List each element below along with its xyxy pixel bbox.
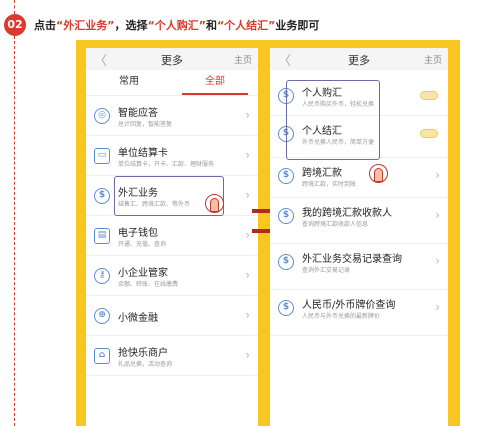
instruction-conj: 和	[205, 19, 217, 32]
list-item-merchant[interactable]: ⌂ 抢快乐商户 礼品兑换，活动查询 ›	[86, 336, 258, 376]
key-icon: ⚷	[94, 268, 110, 284]
left-service-list: ◎ 智能应答 总计回复，智能答复 › ▭ 单位结算卡 单位结算卡，开卡、汇款、理…	[86, 96, 258, 376]
chevron-right-icon: ›	[245, 228, 250, 242]
item-title: 外汇业务交易记录查询	[302, 254, 402, 265]
step-number-badge: 02	[4, 14, 26, 36]
finger-tip-icon	[210, 198, 219, 212]
list-item-cross-border-remit[interactable]: $ 跨境汇款 跨境汇款，实时到账 ›	[270, 158, 448, 198]
item-subtitle: 开通、充值、查询	[118, 241, 167, 248]
list-item-micro-finance[interactable]: ⊕ 小微金融 ›	[86, 296, 258, 336]
home-link[interactable]: 主页	[424, 53, 442, 66]
item-title: 人民币/外币牌价查询	[302, 300, 396, 311]
chevron-right-icon: ›	[435, 208, 440, 222]
instruction-item-forex: 外汇业务	[63, 19, 108, 32]
chevron-right-icon: ›	[245, 308, 250, 322]
item-subtitle: 跨境汇款，实时到账	[302, 181, 357, 188]
item-title: 智能应答	[118, 108, 158, 119]
step-rail-top	[14, 0, 15, 14]
chevron-right-icon: ›	[245, 348, 250, 362]
fx-options-highlight-box	[286, 80, 380, 160]
currency-icon: $	[94, 188, 110, 204]
chevron-right-icon: ›	[245, 148, 250, 162]
right-phone-screen: 〈 更多 主页 $ 个人购汇 人民币购买外币，轻松兑换 $ 个人结汇 外币兑换人…	[270, 48, 448, 426]
list-item-forex-records[interactable]: $ 外汇业务交易记录查询 查询外汇交易记录 ›	[270, 244, 448, 290]
toggle-switch[interactable]	[420, 91, 438, 100]
chevron-right-icon: ›	[435, 168, 440, 182]
item-subtitle: 查询外汇交易记录	[302, 267, 351, 274]
item-title: 跨境汇款	[302, 168, 342, 179]
left-nav-bar: 〈 更多 主页	[86, 48, 258, 70]
chat-icon: ◎	[94, 108, 110, 124]
tab-common[interactable]: 常用	[86, 70, 172, 95]
item-title: 抢快乐商户	[118, 348, 168, 359]
item-subtitle: 总计回复，智能答复	[118, 121, 173, 128]
arrow-shaft	[252, 229, 272, 233]
step-rail-bottom	[14, 36, 15, 426]
instruction-item-buy-fx: 个人购汇	[154, 19, 199, 32]
list-item-e-wallet[interactable]: ▤ 电子钱包 开通、充值、查询 ›	[86, 216, 258, 256]
item-subtitle: 单位结算卡，开卡、汇款、理财服务	[118, 161, 215, 168]
left-nav-title: 更多	[161, 54, 183, 67]
finger-tip-icon	[374, 168, 383, 182]
toggle-switch[interactable]	[420, 129, 438, 138]
item-subtitle: 余额、转账、在线缴费	[118, 281, 179, 288]
currency-icon: $	[278, 208, 294, 224]
instruction-middle: ，选择	[114, 19, 148, 32]
instruction-prefix: 点击	[34, 19, 56, 32]
currency-icon: $	[278, 254, 294, 270]
right-nav-bar: 〈 更多 主页	[270, 48, 448, 70]
list-item-fx-rate-query[interactable]: $ 人民币/外币牌价查询 人民币与外币兑换的最新牌价 ›	[270, 290, 448, 336]
currency-icon: $	[278, 300, 294, 316]
item-title: 我的跨境汇款收款人	[302, 208, 392, 219]
chevron-right-icon: ›	[245, 188, 250, 202]
chevron-right-icon: ›	[245, 108, 250, 122]
list-item-smart-answer[interactable]: ◎ 智能应答 总计回复，智能答复 ›	[86, 96, 258, 136]
left-phone-screen: 〈 更多 主页 常用 全部 ◎ 智能应答 总计回复，智能答复 › ▭ 单位结算卡…	[86, 48, 258, 426]
home-link[interactable]: 主页	[234, 53, 252, 66]
home-icon: ⌂	[94, 348, 110, 364]
item-subtitle: 礼品兑换，活动查询	[118, 361, 173, 368]
tab-all[interactable]: 全部	[172, 70, 258, 95]
list-item-remit-payees[interactable]: $ 我的跨境汇款收款人 查询跨境汇款收款人信息 ›	[270, 198, 448, 244]
item-title: 小企业管家	[118, 268, 168, 279]
instruction-item-sell-fx: 个人结汇	[224, 19, 269, 32]
item-subtitle: 查询跨境汇款收款人信息	[302, 221, 369, 228]
card-icon: ▭	[94, 148, 110, 164]
item-title: 小微金融	[118, 313, 158, 324]
list-item-settlement-card[interactable]: ▭ 单位结算卡 单位结算卡，开卡、汇款、理财服务 ›	[86, 136, 258, 176]
chevron-right-icon: ›	[435, 300, 440, 314]
item-subtitle: 人民币与外币兑换的最新牌价	[302, 313, 381, 320]
instruction-suffix: 业务即可	[275, 19, 320, 32]
item-title: 单位结算卡	[118, 148, 168, 159]
globe-icon: ⊕	[94, 308, 110, 324]
step-instruction: 点击“外汇业务”，选择“个人购汇”和“个人结汇”业务即可	[34, 17, 319, 33]
right-nav-title: 更多	[348, 54, 370, 67]
instruction-open-quote-2: “	[147, 19, 155, 32]
arrow-shaft	[252, 209, 272, 213]
chevron-right-icon: ›	[435, 254, 440, 268]
chevron-right-icon: ›	[245, 268, 250, 282]
left-tab-bar: 常用 全部	[86, 70, 258, 96]
currency-icon: $	[278, 168, 294, 184]
tap-finger-icon	[369, 164, 388, 190]
item-title: 电子钱包	[118, 228, 158, 239]
tap-finger-icon	[205, 194, 224, 220]
instruction-close-quote-2: ”	[198, 19, 206, 32]
tutorial-canvas: 02 点击“外汇业务”，选择“个人购汇”和“个人结汇”业务即可 〈 更多 主页 …	[0, 0, 500, 426]
list-item-sme-manager[interactable]: ⚷ 小企业管家 余额、转账、在线缴费 ›	[86, 256, 258, 296]
screenshot-panel: 〈 更多 主页 常用 全部 ◎ 智能应答 总计回复，智能答复 › ▭ 单位结算卡…	[76, 40, 460, 426]
wallet-icon: ▤	[94, 228, 110, 244]
